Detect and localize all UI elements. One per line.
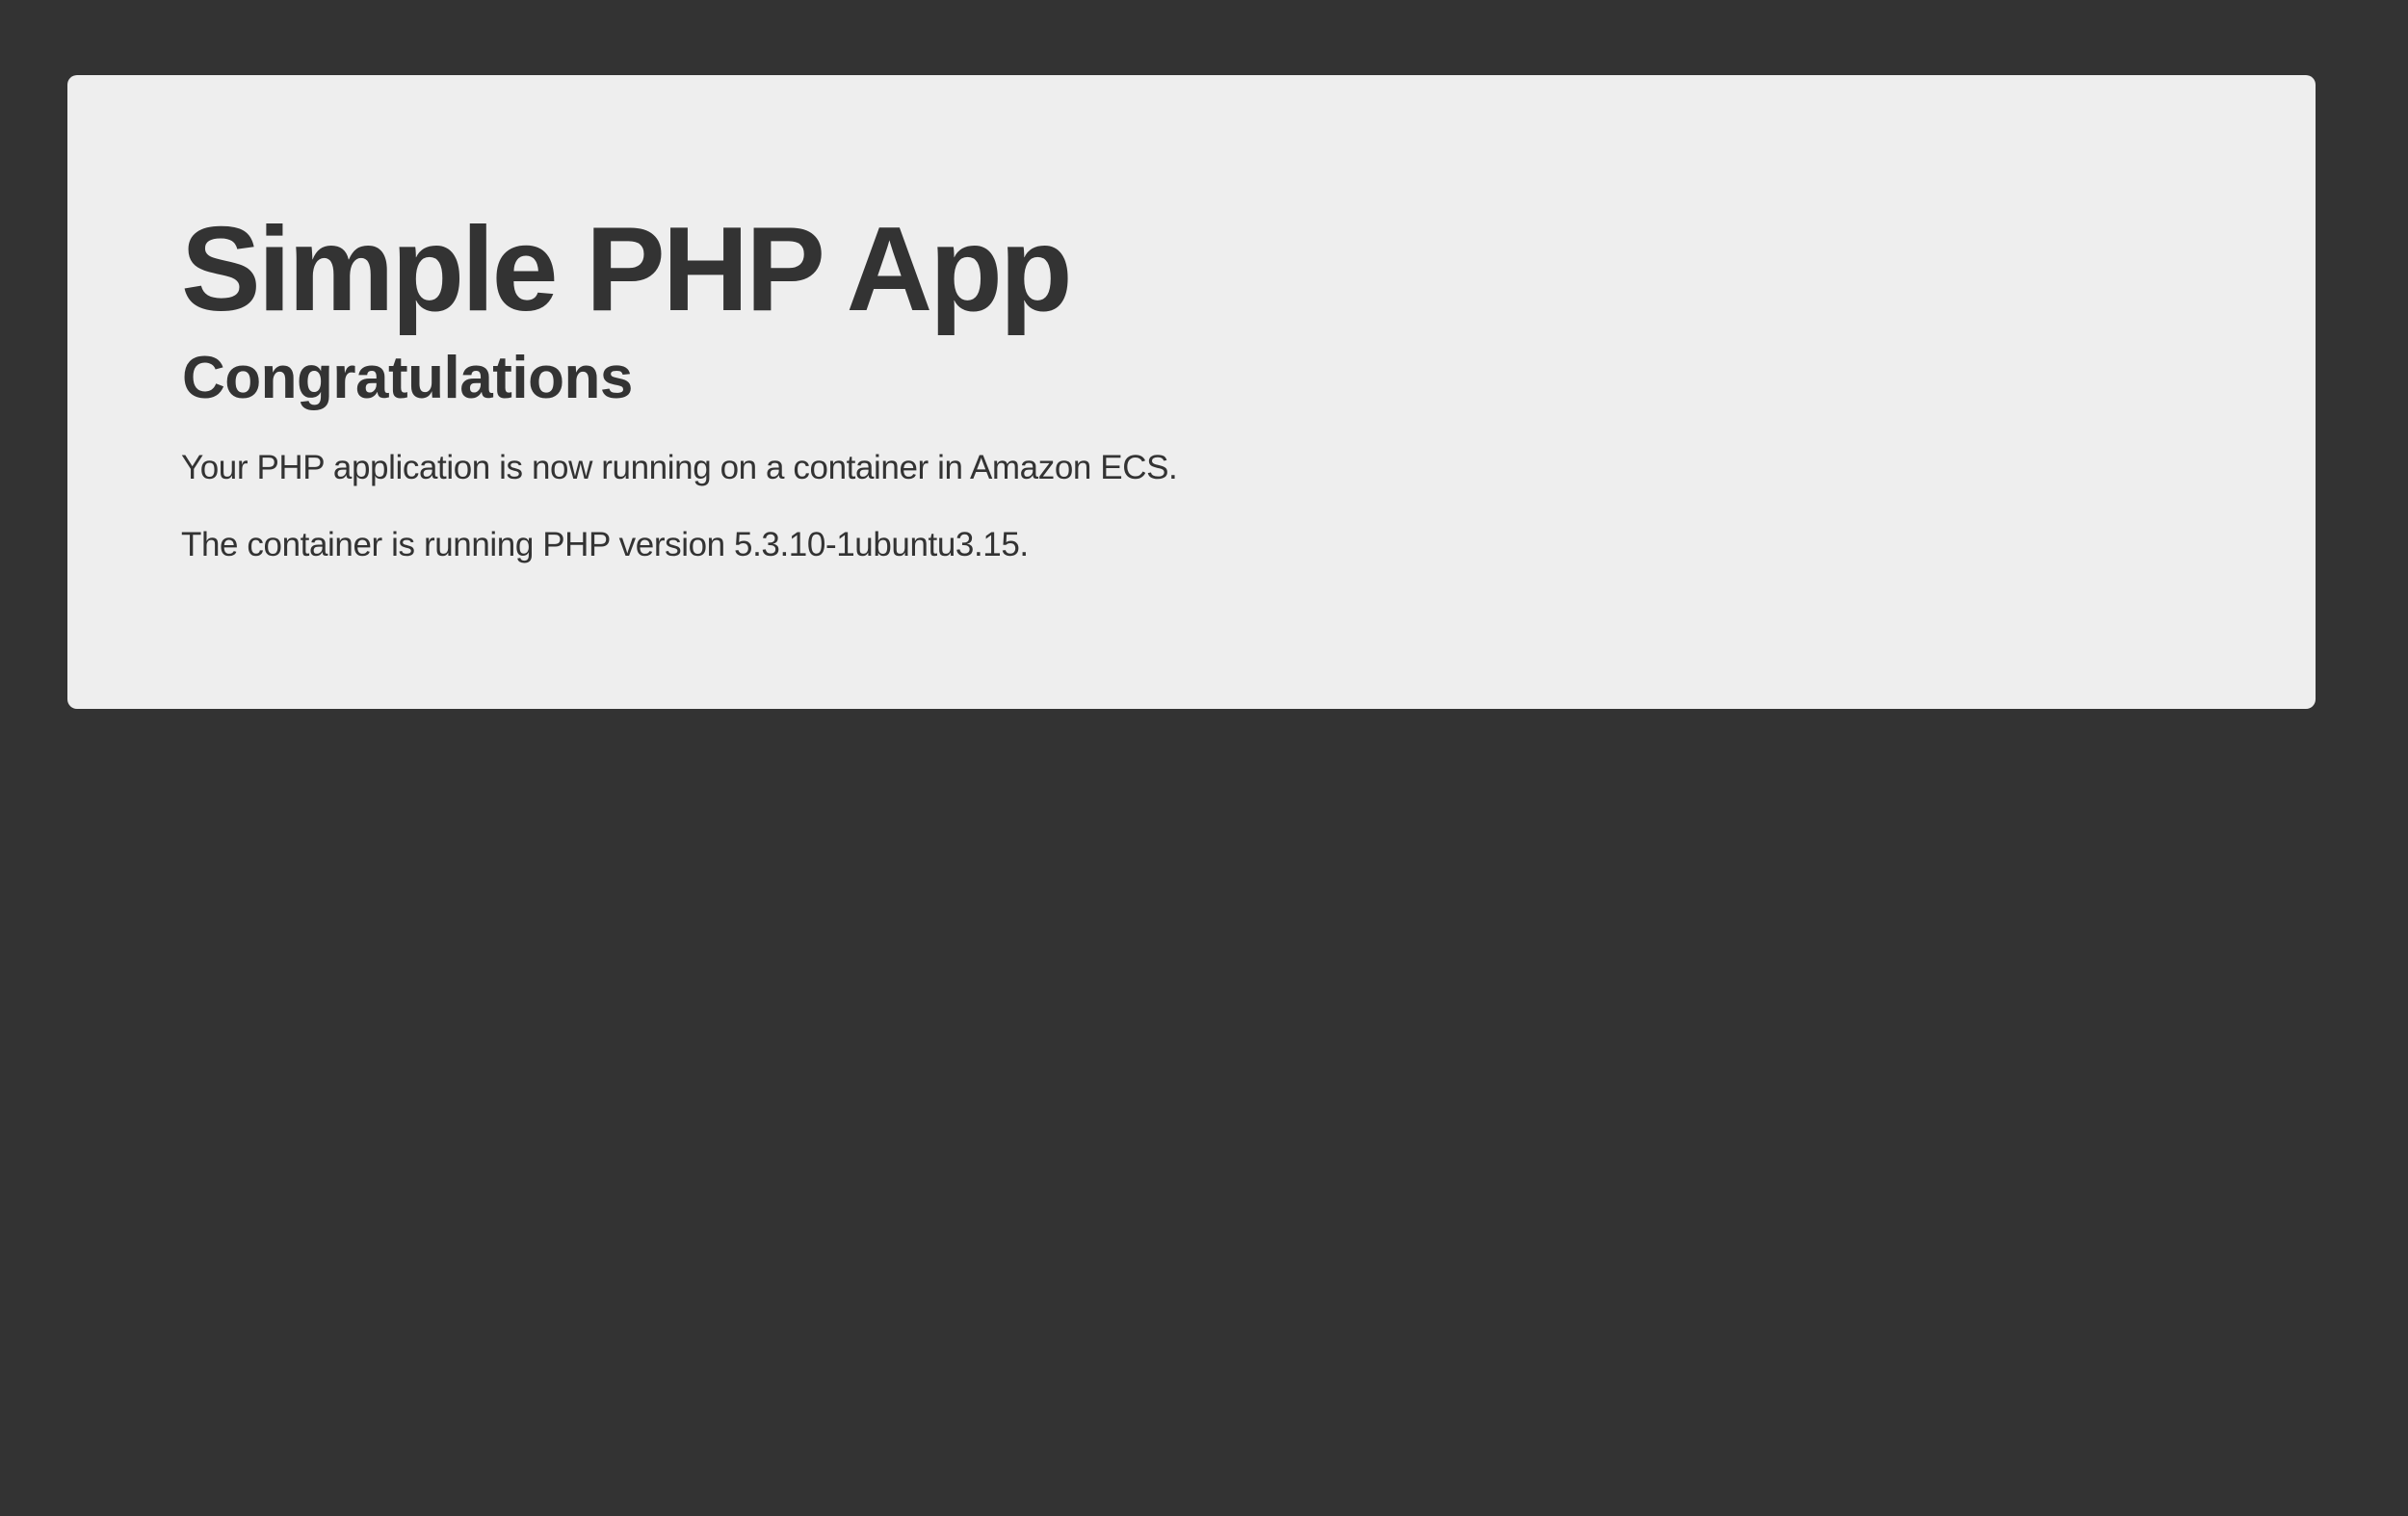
congratulations-heading: Congratulations [182, 345, 633, 411]
page-title: Simple PHP App [181, 203, 1073, 336]
php-version-message: The container is running PHP version 5.3… [181, 526, 1029, 563]
jumbotron-card: Simple PHP App Congratulations Your PHP … [67, 75, 2316, 709]
page: Simple PHP App Congratulations Your PHP … [0, 0, 2408, 1516]
status-message: Your PHP application is now running on a… [181, 449, 1178, 486]
